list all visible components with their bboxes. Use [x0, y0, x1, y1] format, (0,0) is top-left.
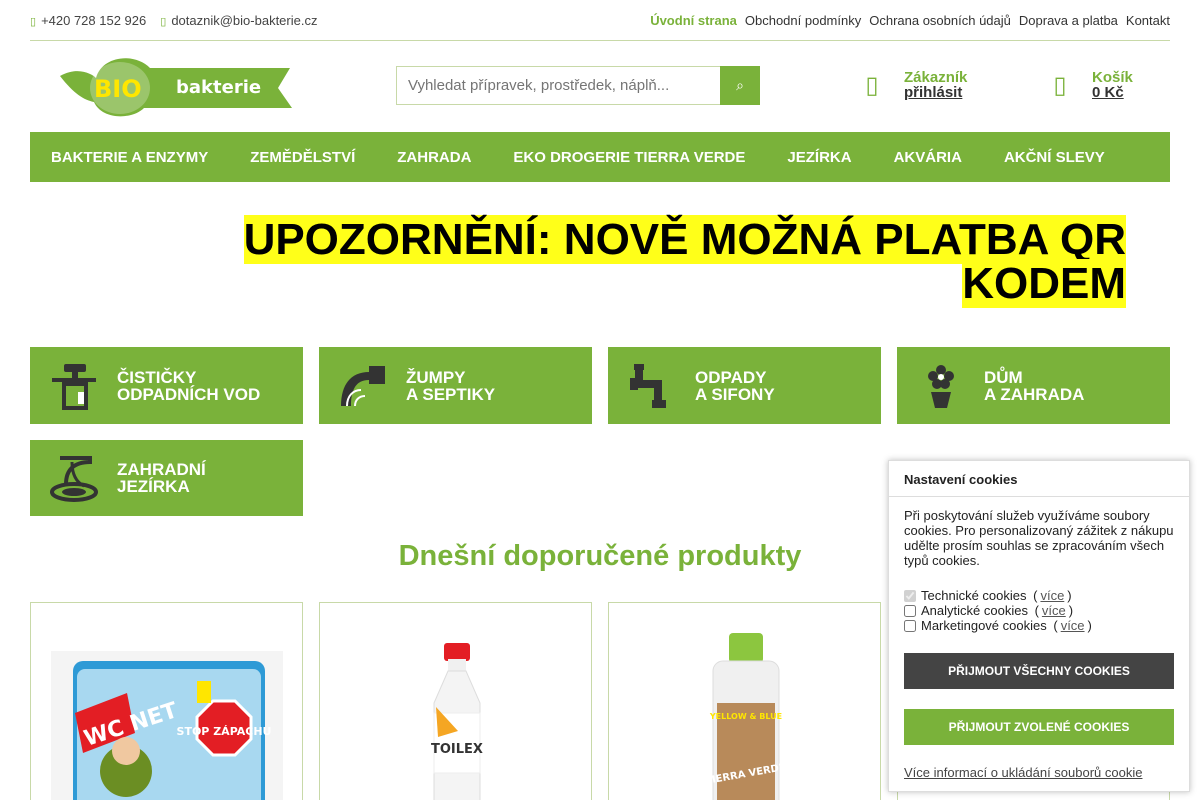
option-label: Analytické cookies: [921, 603, 1028, 618]
svg-text:BIO: BIO: [94, 75, 142, 103]
cookie-options: Technické cookies (více) Analytické cook…: [904, 588, 1174, 633]
login-link[interactable]: přihlásit: [904, 85, 967, 100]
search-input[interactable]: [396, 66, 720, 105]
category-wastewater[interactable]: ČISTIČKY ODPADNÍCH VOD: [30, 347, 303, 424]
product-image-toilex: TOILEX: [431, 643, 483, 800]
nav-eco-drugstore[interactable]: EKO DROGERIE TIERRA VERDE: [513, 149, 745, 166]
nav-discounts[interactable]: AKČNÍ SLEVY: [1004, 149, 1105, 166]
category-line-1: ODPADY: [695, 367, 767, 387]
category-drains[interactable]: ODPADY A SIFONY: [608, 347, 881, 424]
category-line-1: ŽUMPY: [406, 367, 466, 387]
nav-garden[interactable]: ZAHRADA: [397, 149, 471, 166]
category-line-1: ZAHRADNÍ: [117, 460, 206, 479]
cookie-more-info-link[interactable]: Více informací o ukládání souborů cookie: [904, 765, 1174, 780]
contact-info: ▯ +420 728 152 926 ▯ dotaznik@bio-bakterie…: [30, 13, 317, 28]
account-box[interactable]: ▯ Zákazník přihlásit: [858, 70, 967, 100]
link-home[interactable]: Úvodní strana: [650, 13, 737, 28]
cart-label: Košík: [1092, 69, 1133, 86]
category-line-2: JEZÍRKA: [117, 477, 190, 496]
more-analytics-link[interactable]: více: [1042, 603, 1066, 618]
svg-text:STOP ZÁPACHU: STOP ZÁPACHU: [177, 725, 272, 738]
top-links: Úvodní strana Obchodní podmínky Ochrana …: [650, 13, 1170, 28]
email-contact[interactable]: ▯ dotaznik@bio-bakterie.cz: [160, 13, 317, 28]
email-address[interactable]: dotaznik@bio-bakterie.cz: [171, 13, 317, 28]
product-card[interactable]: YELLOW & BLUE TIERRA VERDE: [608, 602, 881, 800]
product-card[interactable]: WC NET STOP ZÁPACHU: [30, 602, 303, 800]
cart-total[interactable]: 0 Kč: [1092, 85, 1133, 100]
category-garden-ponds[interactable]: ZAHRADNÍ JEZÍRKA: [30, 440, 303, 516]
drain-pipe-icon: [630, 363, 666, 408]
marketing-cookies-checkbox[interactable]: [904, 619, 916, 632]
mail-icon: ▯: [160, 15, 167, 28]
category-line-1: DŮM: [984, 367, 1023, 387]
category-line-2: ODPADNÍCH VOD: [117, 384, 261, 404]
svg-text:TOILEX: TOILEX: [431, 742, 483, 757]
option-label: Technické cookies: [921, 588, 1027, 603]
product-image-wcnet: WC NET STOP ZÁPACHU: [51, 651, 283, 800]
cookie-dialog-title: Nastavení cookies: [889, 461, 1189, 497]
cookie-option-technical[interactable]: Technické cookies (více): [904, 588, 1174, 603]
svg-text:bakterie: bakterie: [176, 77, 261, 98]
analytics-cookies-checkbox[interactable]: [904, 604, 916, 617]
payment-notice: UPOZORNĚNÍ: NOVĚ MOŽNÁ PLATBA QR KODEM: [163, 215, 1126, 308]
category-line-2: A SIFONY: [695, 384, 775, 404]
link-shipping[interactable]: Doprava a platba: [1019, 13, 1118, 28]
search-icon: ⌕: [736, 77, 744, 93]
site-logo[interactable]: BIO bakterie: [58, 54, 298, 118]
flower-pot-icon: [928, 364, 954, 408]
cookie-option-analytics[interactable]: Analytické cookies (více): [904, 603, 1174, 618]
logo-graphic: BIO bakterie: [60, 58, 292, 117]
category-line-1: ČISTIČKY: [117, 367, 197, 387]
product-card[interactable]: TOILEX: [319, 602, 592, 800]
cookie-option-marketing[interactable]: Marketingové cookies (více): [904, 618, 1174, 633]
user-icon: ▯: [865, 71, 879, 99]
nav-bacteria-enzymes[interactable]: BAKTERIE A ENZYMY: [51, 149, 208, 166]
pond-waterfall-icon: [50, 456, 98, 502]
accept-selected-cookies-button[interactable]: PŘIJMOUT ZVOLENÉ COOKIES: [904, 709, 1174, 745]
more-technical-link[interactable]: více: [1040, 588, 1064, 603]
cart-box[interactable]: ▯ Košík 0 Kč: [1046, 69, 1133, 100]
nav-aquariums[interactable]: AKVÁRIA: [894, 149, 962, 166]
category-line-2: A ZAHRADA: [984, 384, 1085, 404]
main-nav: BAKTERIE A ENZYMY ZEMĚDĚLSTVÍ ZAHRADA EK…: [30, 132, 1170, 182]
svg-text:YELLOW & BLUE: YELLOW & BLUE: [709, 712, 782, 721]
category-home-garden[interactable]: DŮM A ZAHRADA: [897, 347, 1170, 424]
search-button[interactable]: ⌕: [720, 66, 760, 105]
phone-number[interactable]: +420 728 152 926: [41, 13, 146, 28]
search-bar: ⌕: [396, 66, 760, 105]
option-label: Marketingové cookies: [921, 618, 1047, 633]
account-label: Zákazník: [904, 69, 968, 86]
link-terms[interactable]: Obchodní podmínky: [745, 13, 861, 28]
top-bar: ▯ +420 728 152 926 ▯ dotaznik@bio-bakterie…: [30, 0, 1170, 41]
link-contact[interactable]: Kontakt: [1126, 13, 1170, 28]
nav-agriculture[interactable]: ZEMĚDĚLSTVÍ: [250, 149, 355, 166]
category-cesspools[interactable]: ŽUMPY A SEPTIKY: [319, 347, 592, 424]
phone-contact[interactable]: ▯ +420 728 152 926: [30, 13, 146, 28]
cookie-description: Při poskytování služeb využíváme soubory…: [904, 508, 1174, 568]
category-line-2: A SEPTIKY: [406, 384, 496, 404]
cart-icon: ▯: [1053, 71, 1067, 99]
notice-line-1: UPOZORNĚNÍ: NOVĚ MOŽNÁ PLATBA QR: [243, 215, 1126, 264]
cookie-settings-dialog: Nastavení cookies Při poskytování služeb…: [888, 460, 1190, 792]
wastewater-plant-icon: [52, 363, 96, 410]
notice-line-2: KODEM: [962, 259, 1126, 308]
technical-cookies-checkbox: [904, 589, 916, 602]
product-image-tierra-verde: YELLOW & BLUE TIERRA VERDE: [705, 633, 787, 800]
more-marketing-link[interactable]: více: [1061, 618, 1085, 633]
accept-all-cookies-button[interactable]: PŘIJMOUT VŠECHNY COOKIES: [904, 653, 1174, 689]
phone-icon: ▯: [30, 15, 37, 28]
nav-ponds[interactable]: JEZÍRKA: [787, 149, 851, 166]
cesspool-pipe-icon: [341, 365, 385, 406]
link-privacy[interactable]: Ochrana osobních údajů: [869, 13, 1011, 28]
